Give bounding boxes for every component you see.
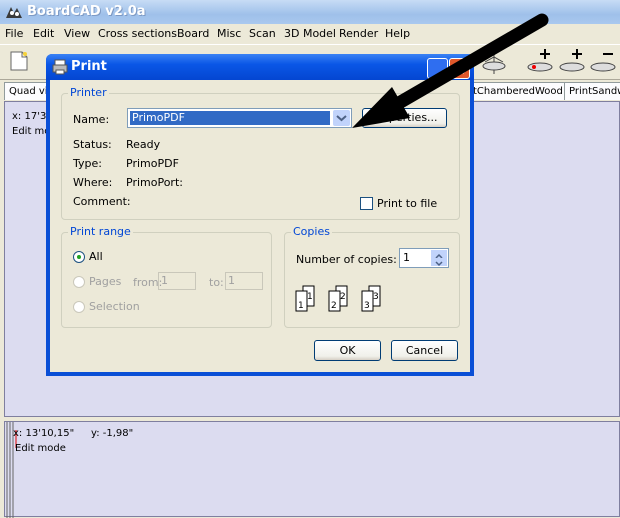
- add-control-point-icon[interactable]: [525, 47, 555, 78]
- close-button[interactable]: [449, 58, 470, 79]
- type-label: Type:: [73, 157, 102, 170]
- print-to-file-label[interactable]: Print to file: [377, 197, 437, 210]
- menu-file[interactable]: File: [5, 27, 23, 40]
- print-range-group-title: Print range: [68, 225, 133, 238]
- svg-text:1: 1: [307, 292, 313, 302]
- where-label: Where:: [73, 176, 113, 189]
- menu-edit[interactable]: Edit: [33, 27, 54, 40]
- status-value: Ready: [126, 138, 161, 151]
- help-button[interactable]: [427, 58, 448, 79]
- printer-group: Printer Name: PrimoPDF Properties... Sta…: [61, 86, 460, 220]
- svg-text:1: 1: [298, 301, 304, 311]
- comment-label: Comment:: [73, 195, 131, 208]
- cancel-button[interactable]: Cancel: [391, 340, 458, 361]
- copies-group-title: Copies: [291, 225, 332, 238]
- lower-coordinate-y: y: -1,98": [91, 428, 134, 439]
- copies-value: 1: [403, 251, 410, 264]
- spinner-up-icon[interactable]: [431, 250, 447, 259]
- properties-button[interactable]: Properties...: [362, 108, 447, 128]
- where-value: PrimoPort:: [126, 176, 183, 189]
- pages-radio[interactable]: [73, 276, 85, 288]
- menu-render[interactable]: Render: [339, 27, 378, 40]
- svg-text:3: 3: [364, 301, 370, 311]
- menu-help[interactable]: Help: [385, 27, 410, 40]
- menu-bar: File Edit View Cross sections Board Misc…: [0, 24, 620, 44]
- menu-board[interactable]: Board: [177, 27, 209, 40]
- upper-mode: Edit mo: [12, 126, 51, 137]
- lower-coordinate-x: x: 13'10,15": [13, 428, 75, 439]
- print-to-file-checkbox[interactable]: [360, 197, 373, 210]
- chevron-down-icon[interactable]: [333, 110, 350, 126]
- rocker-tool-icon[interactable]: [480, 53, 508, 78]
- menu-3d-model[interactable]: 3D Model: [284, 27, 336, 40]
- copies-spinner[interactable]: 1: [399, 248, 449, 268]
- print-range-group: Print range All Pages from: 1 to: 1 Sele…: [61, 225, 272, 328]
- menu-misc[interactable]: Misc: [217, 27, 241, 40]
- svg-text:2: 2: [340, 292, 346, 302]
- print-dialog-body: Printer Name: PrimoPDF Properties... Sta…: [50, 80, 470, 372]
- add-point-icon[interactable]: [557, 47, 587, 78]
- new-file-icon[interactable]: [10, 51, 28, 74]
- printer-group-title: Printer: [68, 86, 109, 99]
- menu-cross-sections[interactable]: Cross sections: [98, 27, 177, 40]
- menu-scan[interactable]: Scan: [249, 27, 276, 40]
- app-title: BoardCAD v2.0a: [27, 4, 146, 19]
- close-icon: [454, 63, 465, 74]
- type-value: PrimoPDF: [126, 157, 179, 170]
- status-label: Status:: [73, 138, 112, 151]
- lower-view-panel[interactable]: x: 13'10,15" y: -1,98" Edit mode: [4, 421, 620, 518]
- print-dialog: Print Printer Name: PrimoPDF Properties.…: [46, 54, 474, 376]
- printer-name-value: PrimoPDF: [130, 111, 330, 125]
- printer-icon: [52, 59, 68, 78]
- tab-print-chambered-wood[interactable]: tChamberedWood: [468, 82, 570, 100]
- menu-view[interactable]: View: [64, 27, 90, 40]
- name-label: Name:: [73, 113, 110, 126]
- printer-name-select[interactable]: PrimoPDF: [127, 108, 352, 128]
- spinner-down-icon[interactable]: [431, 258, 447, 267]
- print-dialog-title: Print: [71, 59, 107, 74]
- to-input[interactable]: 1: [225, 272, 263, 290]
- svg-text:3: 3: [373, 292, 379, 302]
- print-dialog-title-bar[interactable]: Print: [46, 54, 474, 80]
- selection-label[interactable]: Selection: [89, 300, 140, 313]
- upper-coordinate: x: 17'3,: [12, 111, 50, 122]
- all-radio[interactable]: [73, 251, 85, 263]
- tab-quad-view[interactable]: Quad vie: [4, 82, 52, 100]
- boardcad-logo-icon: [5, 4, 22, 19]
- app-title-bar: BoardCAD v2.0a: [0, 0, 620, 24]
- number-of-copies-label: Number of copies:: [296, 253, 397, 266]
- copies-group: Copies Number of copies: 1 11 22 33: [284, 225, 460, 328]
- all-label[interactable]: All: [89, 250, 103, 263]
- remove-point-icon[interactable]: [588, 47, 618, 78]
- pages-label[interactable]: Pages: [89, 275, 121, 288]
- svg-text:2: 2: [331, 301, 337, 311]
- to-label: to:: [209, 276, 224, 289]
- selection-radio[interactable]: [73, 301, 85, 313]
- lower-mode: Edit mode: [15, 443, 66, 454]
- collate-pages-icon: 11 22 33: [295, 285, 381, 312]
- from-input[interactable]: 1: [158, 272, 196, 290]
- ok-button[interactable]: OK: [314, 340, 381, 361]
- tab-print-sandwich[interactable]: PrintSandw: [564, 82, 620, 100]
